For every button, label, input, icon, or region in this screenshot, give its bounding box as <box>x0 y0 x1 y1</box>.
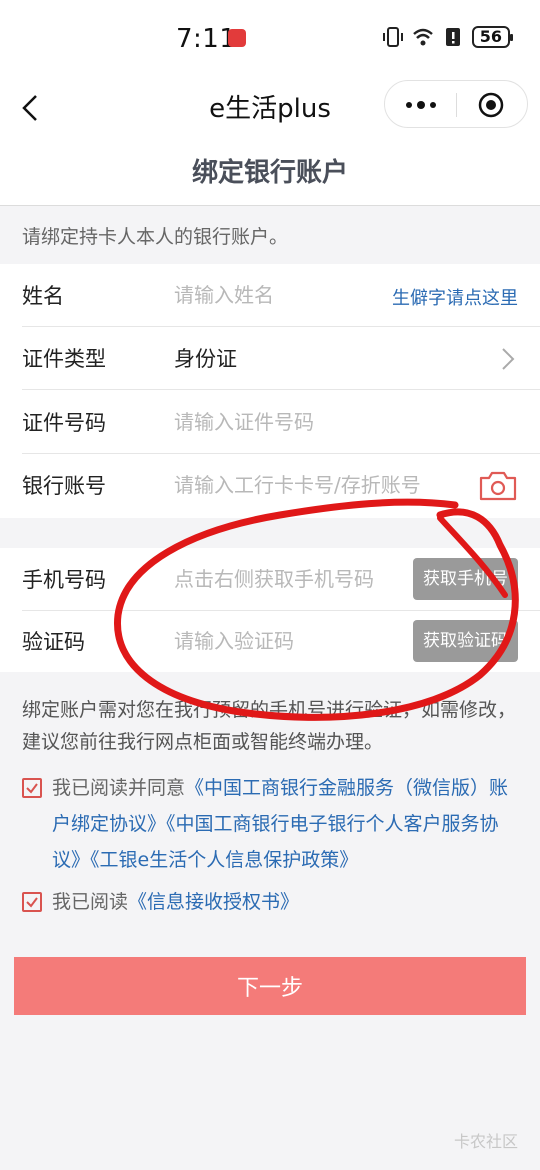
phone-row: 手机号码 获取手机号 <box>22 548 540 611</box>
battery-indicator: 56 <box>471 26 514 48</box>
wifi-icon <box>412 28 433 46</box>
name-row: 姓名 生僻字请点这里 <box>22 264 540 327</box>
chevron-right-icon <box>502 348 515 370</box>
form-hint: 请绑定持卡人本人的银行账户。 <box>22 226 289 248</box>
code-row: 验证码 获取验证码 <box>22 610 540 673</box>
id-number-input[interactable] <box>174 405 454 439</box>
phone-label: 手机号码 <box>22 568 106 592</box>
vibrate-icon <box>382 27 403 47</box>
id-number-row: 证件号码 <box>22 391 540 454</box>
check-icon <box>26 783 38 794</box>
bank-account-row: 银行账号 <box>22 454 540 517</box>
alert-icon <box>445 28 460 46</box>
capsule-divider <box>456 93 457 117</box>
id-number-label: 证件号码 <box>22 411 106 435</box>
authorization-checkbox[interactable] <box>22 892 42 912</box>
authorization-link[interactable]: 《信息接收授权书》 <box>128 891 299 913</box>
name-input[interactable] <box>174 278 374 312</box>
authorization-consent: 我已阅读《信息接收授权书》 <box>22 884 522 920</box>
status-bar: 7:11 56 <box>0 0 540 80</box>
page-title: 绑定银行账户 <box>191 158 348 188</box>
verification-notice: 绑定账户需对您在我行预留的手机号进行验证，如需修改，建议您前往我行网点柜面或智能… <box>22 699 517 753</box>
page-header: 绑定银行账户 <box>0 140 540 206</box>
bank-account-input[interactable] <box>174 468 474 502</box>
bank-account-label: 银行账号 <box>22 474 106 498</box>
camera-icon[interactable] <box>478 469 518 503</box>
close-mini-program-icon[interactable] <box>477 91 505 119</box>
navigation-bar: e生活plus <box>0 80 540 140</box>
get-phone-button[interactable]: 获取手机号 <box>413 558 518 600</box>
more-options-icon[interactable] <box>401 93 441 117</box>
account-info-group: 姓名 生僻字请点这里 证件类型 身份证 证件号码 银行账号 <box>0 264 540 518</box>
code-input[interactable] <box>174 624 400 658</box>
rare-character-link[interactable]: 生僻字请点这里 <box>392 284 518 310</box>
agreement-checkbox[interactable] <box>22 778 42 798</box>
id-type-value: 身份证 <box>174 347 237 371</box>
name-label: 姓名 <box>22 284 64 308</box>
id-type-row[interactable]: 证件类型 身份证 <box>22 327 540 390</box>
agreement-consent: 我已阅读并同意《中国工商银行金融服务（微信版）账户绑定协议》《中国工商银行电子银… <box>22 770 522 878</box>
next-step-button[interactable]: 下一步 <box>14 957 526 1015</box>
authorization-prefix: 我已阅读 <box>52 891 129 913</box>
status-icons: 56 <box>382 26 514 48</box>
watermark: 卡农社区 <box>453 1132 518 1151</box>
id-type-label: 证件类型 <box>22 347 106 371</box>
agreement-prefix: 我已阅读并同意 <box>52 777 186 799</box>
get-code-button[interactable]: 获取验证码 <box>413 620 518 662</box>
phone-input[interactable] <box>174 562 400 596</box>
check-icon <box>26 897 38 908</box>
verification-group: 手机号码 获取手机号 验证码 获取验证码 <box>0 548 540 672</box>
notification-app-icon <box>228 29 246 47</box>
mini-program-capsule <box>384 80 528 128</box>
code-label: 验证码 <box>22 630 85 654</box>
